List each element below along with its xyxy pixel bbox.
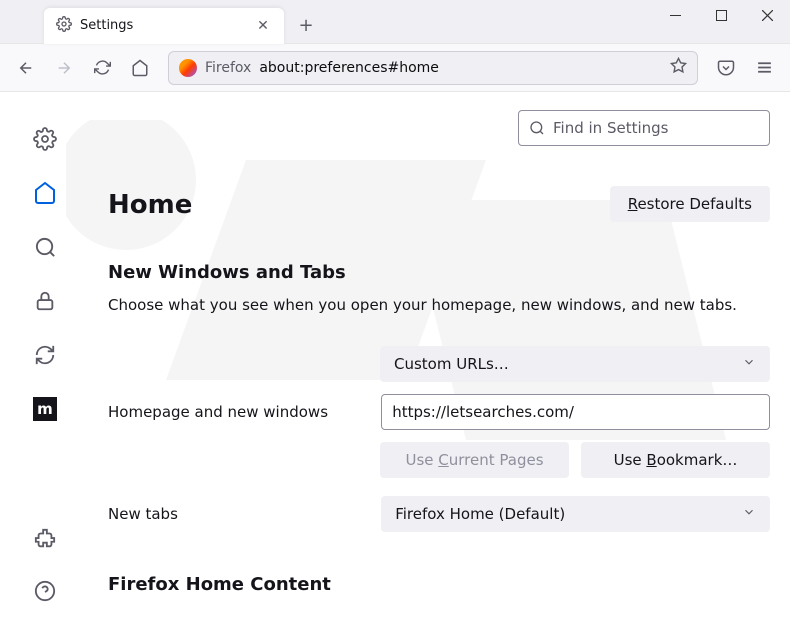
window-controls (652, 0, 790, 30)
sidebar-item-extensions[interactable] (32, 526, 58, 552)
toolbar: Firefox about:preferences#home (0, 44, 790, 92)
use-bookmark-button[interactable]: Use Bookmark… (581, 442, 770, 478)
url-bar[interactable]: Firefox about:preferences#home (168, 51, 698, 85)
titlebar: Settings ✕ + (0, 0, 790, 44)
home-button[interactable] (124, 52, 156, 84)
close-window-button[interactable] (744, 0, 790, 30)
sidebar-item-help[interactable] (32, 578, 58, 604)
section-new-windows-title: New Windows and Tabs (108, 262, 770, 283)
url-scope: Firefox (205, 60, 251, 76)
sidebar-item-privacy[interactable] (32, 288, 58, 314)
section-firefox-home-content-title: Firefox Home Content (108, 574, 770, 595)
find-in-settings-placeholder: Find in Settings (553, 119, 668, 137)
restore-defaults-button[interactable]: Restore Defaults (610, 186, 770, 222)
sidebar-item-more[interactable]: m (32, 396, 58, 422)
bookmark-star-icon[interactable] (670, 57, 687, 78)
firefox-logo-icon (179, 59, 197, 77)
sidebar-item-sync[interactable] (32, 342, 58, 368)
new-tab-button[interactable]: + (292, 12, 320, 40)
chevron-down-icon (742, 505, 756, 523)
use-current-pages-button[interactable]: Use Current Pages (380, 442, 569, 478)
browser-tab[interactable]: Settings ✕ (44, 8, 284, 44)
gear-icon (56, 16, 72, 36)
newtabs-mode-label: Firefox Home (Default) (395, 505, 565, 523)
pocket-button[interactable] (710, 52, 742, 84)
homepage-row-label: Homepage and new windows (108, 403, 367, 421)
url-path: about:preferences#home (259, 60, 439, 76)
sidebar: m (0, 92, 90, 634)
minimize-button[interactable] (652, 0, 698, 30)
find-in-settings-input[interactable]: Find in Settings (518, 110, 770, 146)
back-button[interactable] (10, 52, 42, 84)
homepage-mode-select[interactable]: Custom URLs… (380, 346, 770, 382)
homepage-url-input[interactable] (381, 394, 770, 430)
close-tab-icon[interactable]: ✕ (254, 17, 272, 35)
content-area: m Find in Settings Home Restore Defaults… (0, 92, 790, 634)
sidebar-item-home[interactable] (32, 180, 58, 206)
maximize-button[interactable] (698, 0, 744, 30)
section-new-windows-desc: Choose what you see when you open your h… (108, 295, 770, 316)
forward-button[interactable] (48, 52, 80, 84)
main-panel: Find in Settings Home Restore Defaults N… (90, 92, 790, 634)
search-icon (529, 120, 545, 136)
newtabs-row-label: New tabs (108, 505, 367, 523)
homepage-mode-label: Custom URLs… (394, 355, 509, 373)
tab-title: Settings (80, 18, 246, 33)
newtabs-mode-select[interactable]: Firefox Home (Default) (381, 496, 770, 532)
app-menu-button[interactable] (748, 52, 780, 84)
sidebar-item-general[interactable] (32, 126, 58, 152)
m-icon: m (33, 397, 57, 421)
sidebar-item-search[interactable] (32, 234, 58, 260)
chevron-down-icon (742, 355, 756, 373)
reload-button[interactable] (86, 52, 118, 84)
